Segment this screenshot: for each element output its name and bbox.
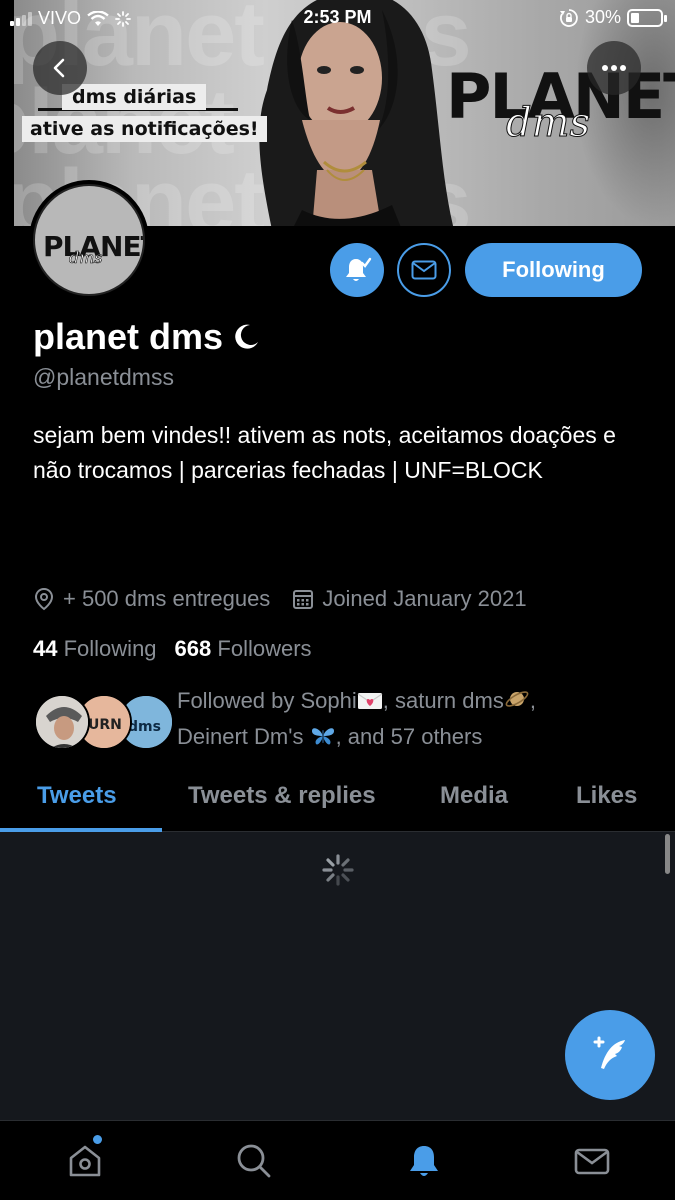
envelope-icon [574, 1148, 610, 1175]
followed-by-mid1: , saturn dms [382, 688, 504, 713]
battery-tip [664, 14, 667, 22]
tab-tweets[interactable]: Tweets [37, 782, 117, 810]
back-button[interactable] [33, 41, 87, 95]
followed-by-text[interactable]: Followed by Sophi , saturn dms, Deinert Dm… [177, 684, 647, 756]
followers-count-link[interactable]: 668 Followers [175, 636, 312, 662]
nav-home[interactable] [63, 1139, 107, 1183]
nav-messages[interactable] [570, 1139, 614, 1183]
svg-text:URN: URN [88, 717, 122, 733]
more-options-button[interactable] [587, 41, 641, 95]
status-bar: VIVO 2:53 PM 30% [0, 0, 675, 36]
envelope-icon [411, 260, 437, 280]
love-letter-icon [357, 687, 383, 720]
scrollbar-thumb[interactable] [665, 834, 670, 874]
battery-fill [631, 12, 639, 23]
home-icon [69, 1145, 101, 1177]
crescent-moon-icon [235, 324, 259, 349]
search-icon [237, 1144, 271, 1178]
location-item: + 500 dms entregues [33, 586, 270, 612]
avatar-logo-subtext: dms [69, 248, 103, 268]
followers-count: 668 [174, 636, 212, 661]
following-button[interactable]: Following [465, 243, 642, 297]
avatar-image-1 [36, 696, 88, 748]
notifications-toggle-button[interactable] [330, 243, 384, 297]
avatar-image: PLANET dms [33, 184, 145, 296]
followers-label: Followers [217, 636, 312, 661]
profile-avatar[interactable]: PLANET dms [29, 180, 149, 300]
home-unread-dot [93, 1135, 102, 1144]
tab-likes[interactable]: Likes [576, 782, 637, 810]
compose-feather-icon [593, 1036, 625, 1069]
orientation-lock-icon [559, 8, 578, 27]
chevron-left-icon [53, 58, 65, 78]
following-count: 44 [33, 636, 58, 661]
tab-tweets-replies[interactable]: Tweets & replies [188, 782, 376, 810]
ringed-planet-icon [504, 687, 530, 720]
profile-meta: + 500 dms entregues Joined January 2021 [33, 586, 549, 612]
followed-by-mid2: , [529, 688, 536, 713]
svg-text:dms: dms [128, 719, 161, 735]
followed-by-prefix: Followed by Sophi [177, 688, 357, 713]
location-pin-icon [34, 587, 54, 611]
banner-label-notifications: ative as notificações! [22, 116, 267, 142]
banner-label-daily: dms diárias [62, 84, 207, 110]
compose-tweet-button[interactable] [565, 1010, 655, 1100]
nav-notifications[interactable] [402, 1139, 446, 1183]
avatar [34, 694, 90, 750]
following-label: Following [63, 636, 157, 661]
profile-bio: sejam bem vindes!! ativem as nots, aceit… [33, 422, 616, 483]
battery-percent: 30% [584, 7, 621, 27]
nav-search[interactable] [232, 1139, 276, 1183]
loading-spinner-icon [322, 854, 354, 886]
bell-check-icon [346, 257, 372, 281]
joined-item: Joined January 2021 [292, 586, 527, 612]
profile-handle: @planetdmss [33, 364, 174, 390]
joined-text: Joined January 2021 [322, 586, 527, 611]
profile-screen: planet dms planet dms planet dms dms diá… [0, 0, 675, 1200]
followed-by-line2-name: Deinert Dm's [177, 724, 304, 749]
butterfly-icon [310, 723, 336, 756]
banner-logo-subtext: dms [505, 100, 591, 147]
more-dots-icon [602, 65, 626, 71]
status-right: 30% [559, 7, 667, 28]
location-text: + 500 dms entregues [63, 586, 271, 611]
display-name-text: planet dms [33, 316, 224, 357]
follow-counts: 44 Following 668 Followers [33, 636, 312, 662]
calendar-icon [293, 590, 314, 609]
battery-icon [627, 8, 667, 27]
tab-media[interactable]: Media [440, 782, 508, 810]
bell-icon [410, 1146, 438, 1176]
following-count-link[interactable]: 44 Following [33, 636, 157, 662]
message-button[interactable] [397, 243, 451, 297]
profile-tabs: Tweets Tweets & replies Media Likes [0, 764, 675, 832]
followed-by-suffix: , and 57 others [335, 724, 483, 749]
display-name: planet dms [33, 316, 261, 358]
bottom-navigation [0, 1120, 675, 1200]
